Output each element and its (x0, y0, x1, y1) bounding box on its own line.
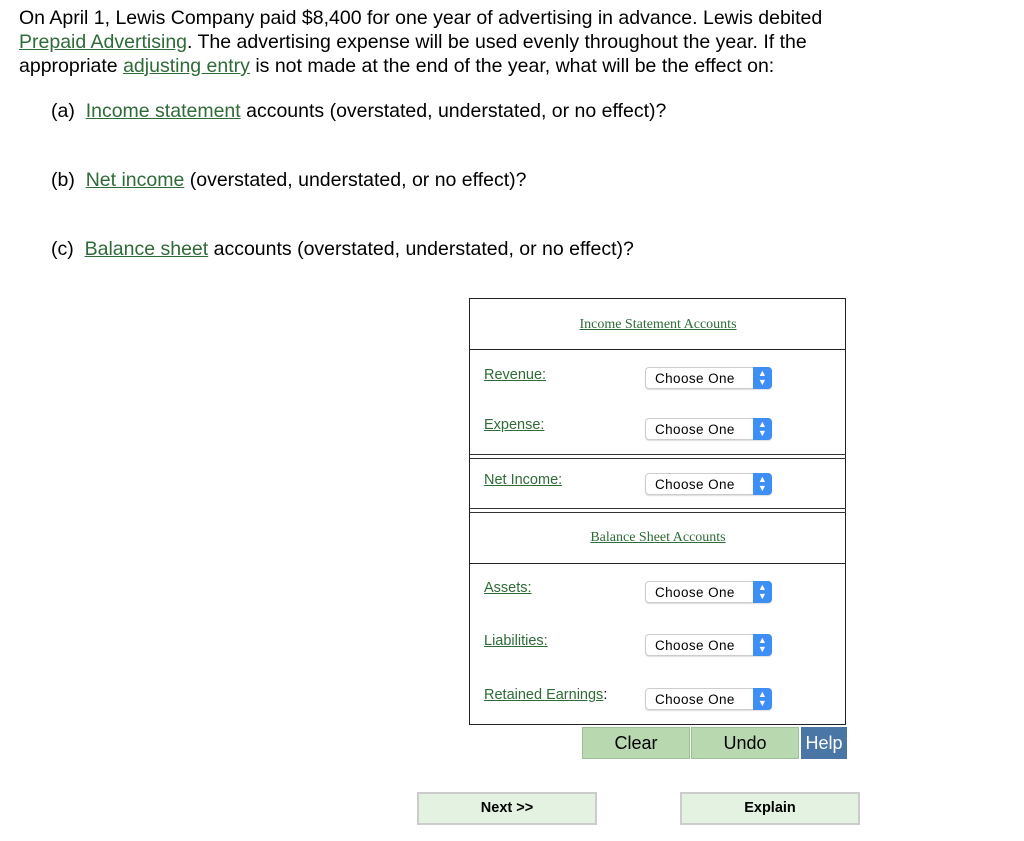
select-arrows-icon: ▲ ▼ (753, 581, 772, 603)
next-button[interactable]: Next >> (417, 792, 597, 825)
select-arrows-icon: ▲ ▼ (753, 418, 772, 440)
liabilities-select[interactable]: Choose One ▲ ▼ (645, 634, 772, 656)
part-b: (b) Net income (overstated, understated,… (51, 169, 527, 192)
assets-label[interactable]: Assets: (484, 580, 532, 596)
part-label: (b) (51, 169, 75, 191)
assets-select[interactable]: Choose One ▲ ▼ (645, 581, 772, 603)
part-label: (a) (51, 100, 75, 122)
liabilities-label[interactable]: Liabilities: (484, 633, 548, 649)
part-c: (c) Balance sheet accounts (overstated, … (51, 238, 634, 261)
income-statement-link[interactable]: Income statement (86, 100, 241, 122)
explain-button[interactable]: Explain (680, 792, 860, 825)
part-a: (a) Income statement accounts (overstate… (51, 100, 666, 123)
part-label: (c) (51, 238, 74, 260)
question-line-1: On April 1, Lewis Company paid $8,400 fo… (19, 7, 823, 29)
retained-earnings-label[interactable]: Retained Earnings (484, 687, 603, 703)
income-statement-header: Income Statement Accounts (579, 317, 737, 332)
question-text: is not made at the end of the year, what… (249, 55, 775, 77)
net-income-select[interactable]: Choose One ▲ ▼ (645, 473, 772, 495)
net-income-link[interactable]: Net income (86, 169, 185, 191)
select-arrows-icon: ▲ ▼ (753, 367, 772, 389)
colon: : (603, 687, 608, 703)
revenue-select[interactable]: Choose One ▲ ▼ (645, 367, 772, 389)
part-text: (overstated, understated, or no effect)? (184, 169, 527, 191)
expense-select[interactable]: Choose One ▲ ▼ (645, 418, 772, 440)
question-line-3: appropriate adjusting entry is not made … (19, 54, 774, 78)
retained-earnings-select[interactable]: Choose One ▲ ▼ (645, 688, 772, 710)
divider (470, 349, 846, 350)
net-income-label[interactable]: Net Income: (484, 472, 562, 488)
prepaid-advertising-link[interactable]: Prepaid Advertising (19, 31, 187, 53)
balance-sheet-link[interactable]: Balance sheet (85, 238, 209, 260)
help-button[interactable]: Help (801, 727, 847, 759)
expense-label[interactable]: Expense: (484, 417, 544, 433)
divider (470, 454, 846, 459)
divider (470, 563, 846, 564)
divider (470, 508, 846, 513)
select-arrows-icon: ▲ ▼ (753, 634, 772, 656)
balance-sheet-header: Balance Sheet Accounts (590, 530, 726, 545)
retained-earnings-row-label: Retained Earnings: (484, 687, 607, 703)
select-arrows-icon: ▲ ▼ (753, 473, 772, 495)
question-line-2: Prepaid Advertising. The advertising exp… (19, 30, 807, 54)
question-text: . The advertising expense will be used e… (187, 31, 807, 53)
revenue-label[interactable]: Revenue: (484, 367, 546, 383)
select-arrows-icon: ▲ ▼ (753, 688, 772, 710)
question-text: appropriate (19, 55, 124, 77)
clear-button[interactable]: Clear (582, 727, 690, 759)
part-text: accounts (overstated, understated, or no… (208, 238, 634, 260)
undo-button[interactable]: Undo (691, 727, 799, 759)
part-text: accounts (overstated, understated, or no… (240, 100, 667, 122)
adjusting-entry-link[interactable]: adjusting entry (123, 55, 250, 77)
